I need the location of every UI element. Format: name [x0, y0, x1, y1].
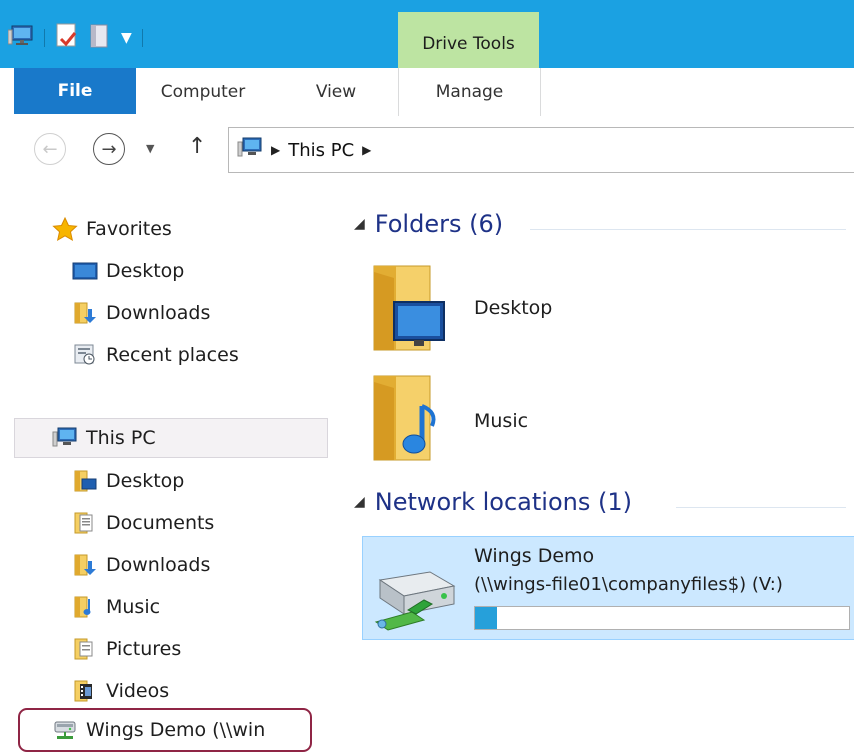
tab-manage[interactable]: Manage — [398, 68, 541, 116]
nav-this-pc-desktop[interactable]: Desktop — [72, 461, 184, 501]
nav-item-label: Downloads — [106, 302, 211, 324]
breadcrumb-separator[interactable]: ▶ — [362, 143, 371, 157]
desktop-folder-icon — [368, 265, 452, 360]
group-divider — [530, 229, 846, 230]
documents-folder-icon — [72, 511, 98, 535]
collapse-triangle-icon[interactable]: ◢ — [354, 494, 365, 510]
music-folder-icon — [368, 375, 452, 470]
desktop-icon — [72, 259, 98, 283]
network-location-name: Wings Demo — [474, 545, 595, 567]
folder-tile-music[interactable] — [368, 372, 468, 468]
tab-file[interactable]: File — [14, 68, 136, 114]
group-header-folders[interactable]: ◢ Folders (6) — [354, 210, 503, 238]
nav-item-label: Wings Demo (\\win­ — [86, 719, 266, 741]
breadcrumb-this-pc[interactable]: This PC — [288, 140, 354, 161]
computer-icon[interactable] — [7, 24, 34, 52]
nav-favorites-downloads[interactable]: Downloads — [72, 293, 210, 333]
up-button[interactable]: ↑ — [188, 134, 206, 159]
new-folder-icon[interactable] — [89, 23, 111, 53]
nav-this-pc-documents[interactable]: Documents — [72, 503, 214, 543]
nav-item-label: Music — [106, 596, 161, 618]
toolbar-separator — [141, 29, 143, 47]
recent-locations-dropdown[interactable]: ▼ — [146, 142, 154, 155]
group-header-network-locations[interactable]: ◢ Network locations (1) — [354, 488, 632, 516]
quick-access-toolbar: ▼ — [7, 18, 143, 58]
music-folder-icon — [72, 595, 98, 619]
toolbar-separator — [44, 29, 45, 47]
nav-item-label: Documents — [106, 512, 215, 534]
tab-computer[interactable]: Computer — [136, 68, 270, 116]
nav-item-label: Videos — [106, 680, 170, 702]
back-button[interactable]: ← — [34, 133, 66, 165]
network-drive-icon — [368, 560, 464, 640]
nav-this-pc-downloads[interactable]: Downloads — [72, 545, 210, 585]
nav-item-label: Recent places — [106, 344, 239, 366]
nav-this-pc-videos[interactable]: Videos — [72, 671, 169, 711]
network-location-path: (\\wings-file01\companyfiles$) (V:) — [474, 574, 783, 595]
recent-places-icon — [72, 343, 98, 367]
breadcrumb-separator[interactable]: ▶ — [271, 143, 280, 157]
nav-favorites-recent-places[interactable]: Recent places — [72, 335, 239, 375]
nav-item-label: Desktop — [106, 470, 185, 492]
nav-favorites[interactable]: Favorites — [52, 209, 172, 249]
nav-item-label: Downloads — [106, 554, 211, 576]
videos-folder-icon — [72, 679, 98, 703]
group-header-label: Folders (6) — [374, 210, 504, 238]
nav-favorites-desktop[interactable]: Desktop — [72, 251, 184, 291]
folder-tile-desktop[interactable] — [368, 262, 468, 358]
customize-toolbar-icon[interactable]: ▼ — [121, 30, 132, 46]
drive-usage-bar — [474, 606, 850, 630]
downloads-folder-icon — [72, 301, 98, 325]
tab-view[interactable]: View — [290, 68, 382, 116]
nav-this-pc-pictures[interactable]: Pictures — [72, 629, 181, 669]
computer-icon — [237, 137, 263, 164]
drive-tools-context-label: Drive Tools — [398, 12, 539, 68]
nav-item-label: Pictures — [106, 638, 182, 660]
folder-label[interactable]: Music — [474, 410, 528, 432]
network-drive-icon — [52, 718, 78, 742]
desktop-folder-icon — [72, 469, 98, 493]
computer-icon — [52, 426, 78, 450]
nav-this-pc[interactable]: This PC — [52, 418, 156, 458]
group-divider — [676, 507, 846, 508]
star-icon — [52, 216, 78, 241]
nav-favorites-label: Favorites — [86, 218, 172, 240]
drive-usage-fill — [475, 607, 497, 629]
forward-button[interactable]: → — [93, 133, 125, 165]
nav-item-label: Desktop — [106, 260, 185, 282]
pictures-folder-icon — [72, 637, 98, 661]
group-header-label: Network locations (1) — [374, 488, 632, 516]
nav-network-drive-wings-demo[interactable]: Wings Demo (\\win­ — [52, 710, 310, 750]
address-bar[interactable]: ▶ This PC ▶ — [228, 127, 854, 173]
properties-icon[interactable] — [55, 23, 79, 53]
nav-this-pc-label: This PC — [86, 427, 156, 449]
downloads-folder-icon — [72, 553, 98, 577]
nav-this-pc-music[interactable]: Music — [72, 587, 160, 627]
folder-label[interactable]: Desktop — [474, 297, 552, 319]
collapse-triangle-icon[interactable]: ◢ — [354, 216, 365, 232]
